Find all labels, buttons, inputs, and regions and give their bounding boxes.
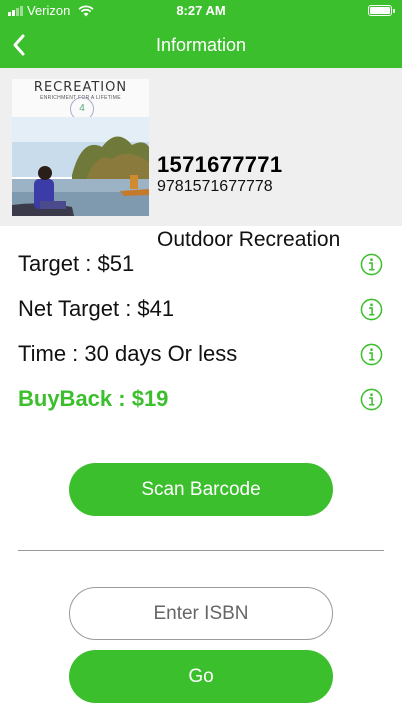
net-target-label: Net Target : $41 xyxy=(18,296,175,321)
time-row: Time : 30 days Or less xyxy=(18,337,388,373)
cover-title: RECREATION xyxy=(33,80,128,95)
buyback-row: BuyBack : $19 xyxy=(18,382,388,418)
info-icon[interactable] xyxy=(360,343,383,366)
target-row: Target : $51 xyxy=(18,247,388,283)
isbn-13: 9781571677778 xyxy=(157,178,273,195)
isbn-10: 1571677771 xyxy=(157,152,283,177)
info-icon[interactable] xyxy=(360,253,383,276)
buyback-label: BuyBack : $19 xyxy=(18,386,169,411)
battery-icon xyxy=(368,5,395,16)
app-header: Verizon 8:27 AM Information xyxy=(0,0,402,68)
cover-header: RECREATION ENRICHMENT FOR A LIFETIME 4 xyxy=(12,79,149,121)
nav-bar: Information xyxy=(0,24,402,68)
scan-barcode-button[interactable]: Scan Barcode xyxy=(69,463,333,516)
book-summary: RECREATION ENRICHMENT FOR A LIFETIME 4 1… xyxy=(0,68,402,251)
info-icon[interactable] xyxy=(360,388,383,411)
page-title: Information xyxy=(155,35,247,55)
info-icon[interactable] xyxy=(360,298,383,321)
go-button[interactable]: Go xyxy=(69,650,333,703)
status-time: 8:27 AM xyxy=(176,3,226,18)
time-label: Time : 30 days Or less xyxy=(18,341,238,366)
isbn-input[interactable] xyxy=(69,587,333,640)
cover-photo xyxy=(12,117,149,216)
book-cover-image: RECREATION ENRICHMENT FOR A LIFETIME 4 xyxy=(12,79,149,216)
net-target-row: Net Target : $41 xyxy=(18,292,388,328)
target-label: Target : $51 xyxy=(18,251,135,276)
divider xyxy=(18,550,384,551)
status-bar: Verizon 8:27 AM xyxy=(0,0,402,22)
